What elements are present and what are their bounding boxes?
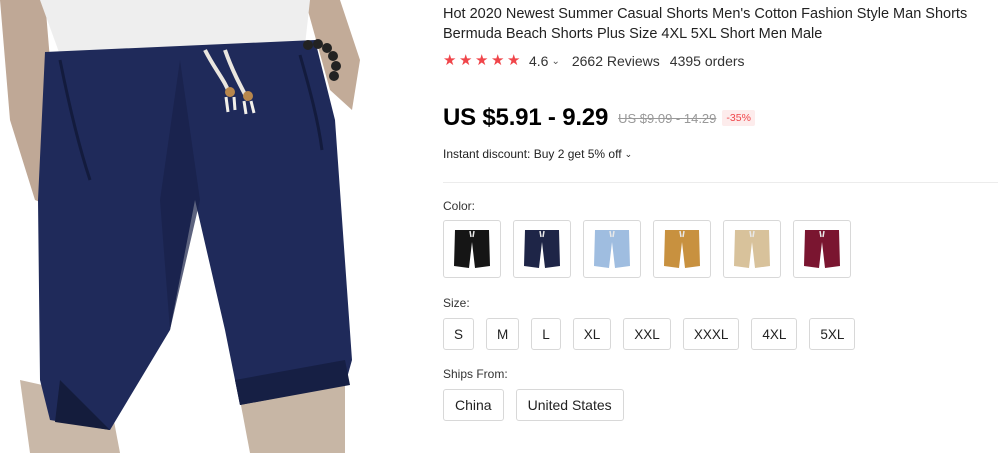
shorts-thumbnail [804, 230, 840, 268]
product-title: Hot 2020 Newest Summer Casual Shorts Men… [443, 6, 968, 42]
reviews-link[interactable]: 2662 Reviews [572, 53, 660, 69]
instant-discount-text: Instant discount: Buy 2 get 5% off [443, 147, 622, 161]
chevron-down-icon: ⌄ [624, 148, 633, 159]
star-icon: ★ [507, 52, 521, 69]
size-option-xl[interactable]: XL [572, 318, 612, 350]
ships-from-option-china[interactable]: China [443, 389, 504, 421]
color-swatch-beige[interactable] [723, 220, 781, 278]
color-swatch-navy[interactable] [513, 220, 571, 278]
star-rating: ★ ★ ★ ★ ★ [443, 52, 521, 69]
product-image[interactable] [0, 0, 410, 453]
product-photo [0, 0, 360, 453]
star-icon: ★ [491, 52, 505, 69]
ships-from-option-united-states[interactable]: United States [515, 389, 624, 421]
shorts-thumbnail [664, 230, 700, 268]
size-label: Size: [443, 296, 470, 310]
price-row: US $5.91 - 9.29 US $9.09 - 14.29 -35% [443, 104, 755, 132]
shorts-thumbnail [734, 230, 770, 268]
size-option-xxl[interactable]: XXL [623, 318, 671, 350]
size-option-m[interactable]: M [486, 318, 520, 350]
orders-count: 4395 orders [669, 53, 745, 69]
instant-discount[interactable]: Instant discount: Buy 2 get 5% off ⌄ [443, 147, 632, 161]
star-icon: ★ [443, 52, 457, 69]
color-swatch-wine-red[interactable] [793, 220, 851, 278]
color-swatch-light-blue[interactable] [583, 220, 641, 278]
original-price: US $9.09 - 14.29 [618, 110, 717, 126]
star-icon: ★ [459, 52, 473, 69]
size-options: S M L XL XXL XXXL 4XL 5XL [443, 318, 856, 350]
ships-from-label: Ships From: [443, 367, 508, 381]
ships-from-options: China United States [443, 389, 624, 421]
color-swatch-khaki[interactable] [653, 220, 711, 278]
rating-value[interactable]: 4.6 [529, 53, 548, 69]
current-price: US $5.91 - 9.29 [443, 104, 609, 131]
divider [443, 182, 998, 183]
size-option-xxxl[interactable]: XXXL [682, 318, 740, 350]
color-options [443, 220, 851, 278]
size-option-s[interactable]: S [443, 318, 475, 350]
size-option-5xl[interactable]: 5XL [809, 318, 856, 350]
color-swatch-black[interactable] [443, 220, 501, 278]
rating-row: ★ ★ ★ ★ ★ 4.6 ⌄ 2662 Reviews 4395 orders [443, 52, 745, 70]
shorts-thumbnail [454, 230, 490, 268]
chevron-down-icon[interactable]: ⌄ [551, 56, 559, 67]
shorts-thumbnail [594, 230, 630, 268]
color-label: Color: [443, 199, 476, 213]
size-option-l[interactable]: L [531, 318, 561, 350]
size-option-4xl[interactable]: 4XL [751, 318, 798, 350]
star-icon: ★ [475, 52, 489, 69]
discount-badge: -35% [722, 110, 755, 126]
product-info-panel: Hot 2020 Newest Summer Casual Shorts Men… [443, 0, 998, 453]
shorts-thumbnail [524, 230, 560, 268]
